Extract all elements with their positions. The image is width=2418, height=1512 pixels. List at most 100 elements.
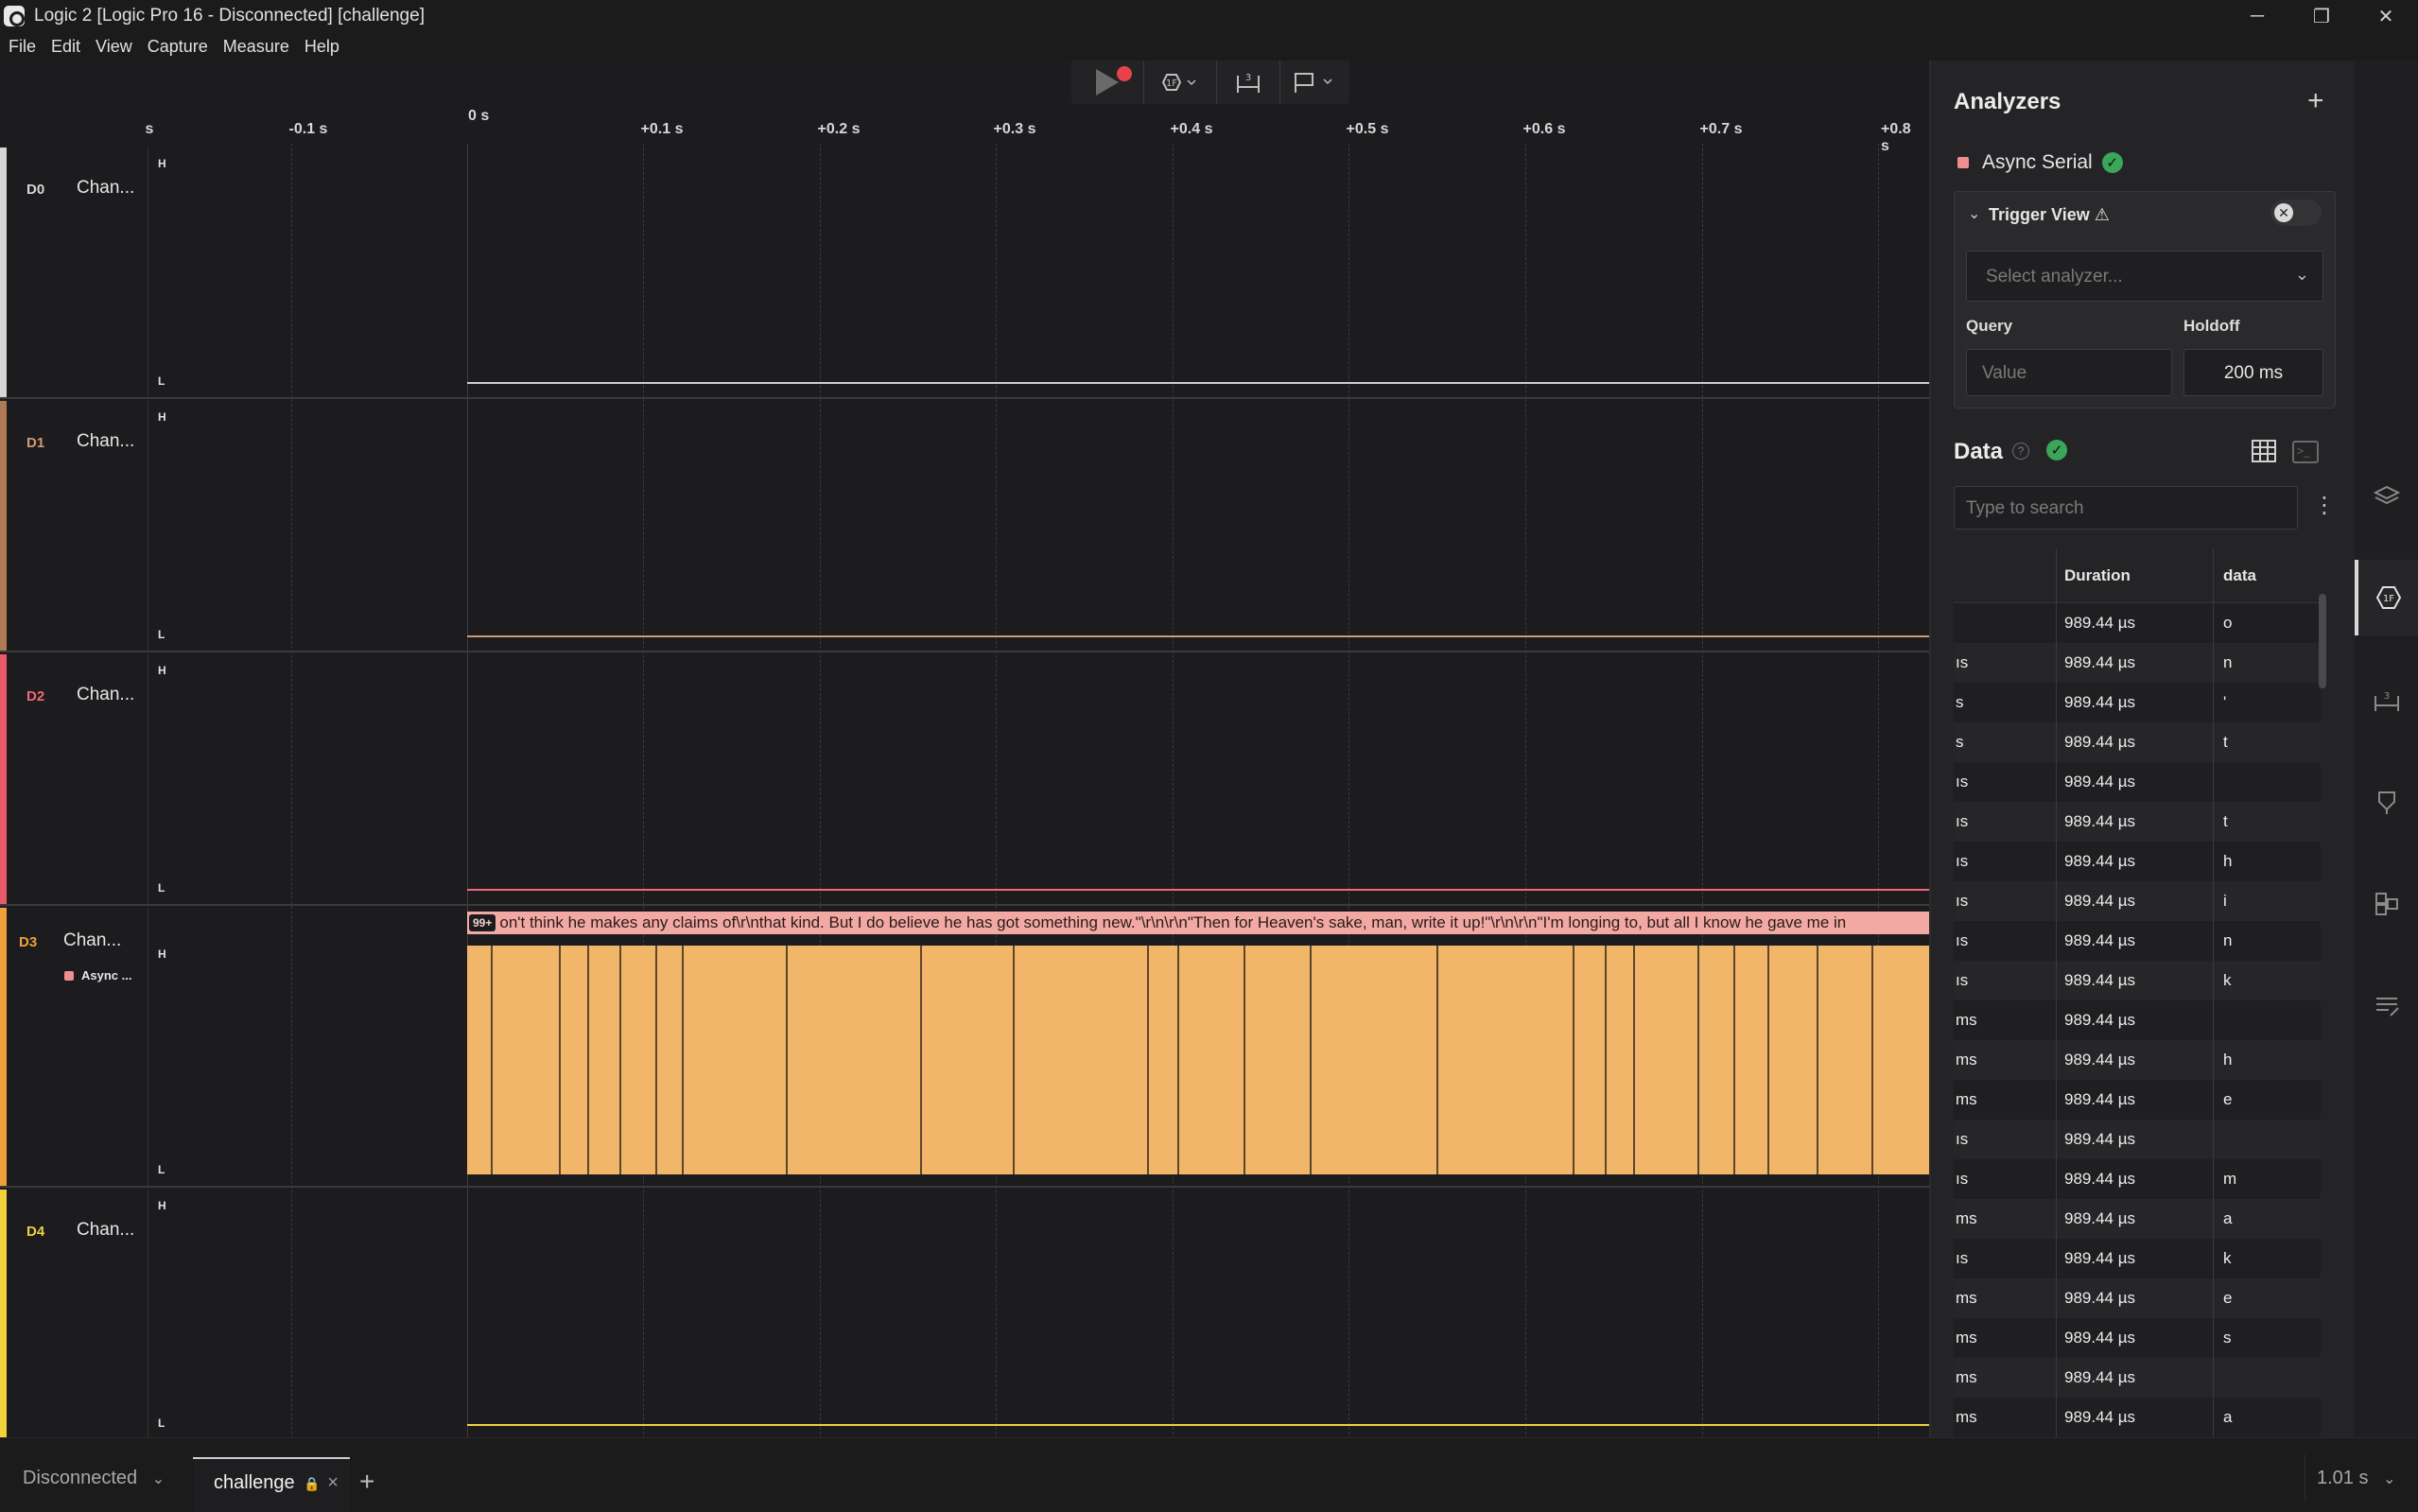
channel-row-d4[interactable]: D4 Chan... H L <box>0 1190 1929 1441</box>
table-row[interactable]: ms 989.44 µs e <box>1954 1278 2321 1318</box>
table-row[interactable]: ıs 989.44 µs m <box>1954 1159 2321 1199</box>
ruler-tick: -0.1 s <box>288 121 328 137</box>
capture-duration-dropdown[interactable]: 1.01 s ⌄ <box>2305 1454 2418 1502</box>
analyzer-select[interactable]: Select analyzer... ⌄ <box>1966 251 2323 302</box>
table-row[interactable]: s 989.44 µs ' <box>1954 683 2321 722</box>
menu-view[interactable]: View <box>96 37 132 57</box>
holdoff-input[interactable]: 200 ms <box>2183 349 2323 396</box>
table-view-icon[interactable] <box>2251 439 2277 463</box>
column-header-start[interactable] <box>1954 548 2056 602</box>
rail-layers-button[interactable] <box>2355 458 2418 533</box>
row-data-cell: ' <box>2213 683 2321 722</box>
table-row[interactable]: ms 989.44 µs a <box>1954 1398 2321 1437</box>
svg-text:1F: 1F <box>1166 78 1177 89</box>
query-input[interactable]: Value <box>1966 349 2172 396</box>
session-close-button[interactable]: × <box>327 1472 339 1493</box>
data-search-input[interactable]: Type to search <box>1954 486 2298 530</box>
device-status-dropdown[interactable]: Disconnected ⌄ <box>0 1454 189 1502</box>
logic-app-icon <box>4 6 25 26</box>
channel-name[interactable]: Chan... <box>77 1220 134 1241</box>
menu-help[interactable]: Help <box>304 37 339 57</box>
decoded-data-strip[interactable]: 99+ on't think he makes any claims of\r\n… <box>467 912 1929 934</box>
column-header-duration[interactable]: Duration <box>2056 548 2213 602</box>
time-ruler[interactable]: s -0.1 s +0.1 s +0.2 s +0.3 s +0.4 s +0.… <box>0 102 1929 154</box>
trigger-view-title[interactable]: Trigger View ⚠ <box>1989 205 2110 225</box>
row-start-cell: ıs <box>1956 892 1969 910</box>
analyzer-item-async-serial[interactable]: Async Serial ✓ <box>1957 151 2123 174</box>
rail-timing-button[interactable]: 3 <box>2355 662 2418 738</box>
menu-capture[interactable]: Capture <box>148 37 208 57</box>
measurement-icon: 3 <box>1237 73 1260 93</box>
waveform-area[interactable]: s -0.1 s +0.1 s +0.2 s +0.3 s +0.4 s +0.… <box>0 61 1929 1452</box>
rail-analyzers-button[interactable]: 1F <box>2355 560 2418 635</box>
start-capture-button[interactable] <box>1071 61 1143 104</box>
channel-row-d0[interactable]: D0 Chan... H L <box>0 148 1929 399</box>
close-button[interactable]: ✕ <box>2354 0 2418 32</box>
row-duration-cell: 989.44 µs <box>2056 762 2213 802</box>
table-row[interactable]: ıs 989.44 µs n <box>1954 643 2321 683</box>
table-row[interactable]: ıs 989.44 µs h <box>1954 842 2321 881</box>
maximize-button[interactable]: ❐ <box>2289 0 2354 32</box>
marker-button[interactable] <box>1280 61 1348 104</box>
table-row[interactable]: ıs 989.44 µs <box>1954 1120 2321 1159</box>
data-table-header: Duration data <box>1954 548 2321 603</box>
row-data-cell: h <box>2213 842 2321 881</box>
row-duration-cell: 989.44 µs <box>2056 1080 2213 1120</box>
trigger-view-toggle[interactable]: ✕ <box>2270 200 2322 226</box>
table-row[interactable]: ms 989.44 µs <box>1954 1358 2321 1398</box>
rail-notes-button[interactable] <box>2355 968 2418 1044</box>
add-analyzer-button[interactable]: + <box>2307 85 2324 117</box>
minimize-button[interactable]: ─ <box>2225 0 2289 32</box>
table-row[interactable]: s 989.44 µs t <box>1954 722 2321 762</box>
ruler-tick: +0.4 s <box>1170 121 1213 137</box>
terminal-view-icon[interactable]: >_ <box>2292 441 2319 463</box>
row-start-cell: ms <box>1956 1051 1977 1069</box>
ruler-tick: +0.6 s <box>1522 121 1566 137</box>
channel-name[interactable]: Chan... <box>63 930 121 951</box>
row-duration-cell: 989.44 µs <box>2056 1398 2213 1437</box>
channel-name[interactable]: Chan... <box>77 685 134 705</box>
measurement-button[interactable]: 3 <box>1217 61 1279 104</box>
channel-analyzer-tag[interactable]: Async ... <box>63 968 131 982</box>
table-row[interactable]: ıs 989.44 µs i <box>1954 881 2321 921</box>
column-header-data[interactable]: data <box>2213 548 2321 602</box>
rail-markers-button[interactable] <box>2355 764 2418 840</box>
table-row[interactable]: ms 989.44 µs e <box>1954 1080 2321 1120</box>
table-row[interactable]: ms 989.44 µs s <box>1954 1318 2321 1358</box>
table-row[interactable]: ıs 989.44 µs <box>1954 762 2321 802</box>
table-row[interactable]: ıs 989.44 µs t <box>1954 802 2321 842</box>
ruler-clipped-label: s <box>145 121 154 137</box>
row-data-cell <box>2213 762 2321 802</box>
table-vertical-scrollbar[interactable] <box>2319 594 2326 688</box>
analyzer-button[interactable]: 1F <box>1144 61 1216 104</box>
row-start-cell: ms <box>1956 1408 1977 1426</box>
rail-extensions-button[interactable] <box>2355 866 2418 942</box>
table-row[interactable]: ıs 989.44 µs k <box>1954 961 2321 1000</box>
holdoff-label: Holdoff <box>2183 317 2240 335</box>
channel-row-d3[interactable]: D3 Chan... Async ... H L 99+ on't think h… <box>0 908 1929 1188</box>
table-row[interactable]: ıs 989.44 µs k <box>1954 1239 2321 1278</box>
table-row[interactable]: ms 989.44 µs a <box>1954 1199 2321 1239</box>
row-duration-cell: 989.44 µs <box>2056 1318 2213 1358</box>
menu-edit[interactable]: Edit <box>51 37 80 57</box>
session-tab-challenge[interactable]: challenge 🔒 × <box>193 1457 350 1512</box>
menu-measure[interactable]: Measure <box>223 37 289 57</box>
svg-text:3: 3 <box>2383 691 2389 702</box>
help-icon[interactable]: ? <box>2012 443 2029 460</box>
row-data-cell: n <box>2213 921 2321 961</box>
table-row[interactable]: ıs 989.44 µs n <box>1954 921 2321 961</box>
channel-name[interactable]: Chan... <box>77 178 134 199</box>
table-row[interactable]: ms 989.44 µs h <box>1954 1040 2321 1080</box>
table-row[interactable]: 989.44 µs o <box>1954 603 2321 643</box>
record-dot-icon <box>1117 66 1132 81</box>
chevron-down-icon[interactable]: ⌄ <box>1968 204 1980 223</box>
channel-row-d2[interactable]: D2 Chan... H L <box>0 654 1929 906</box>
channel-name[interactable]: Chan... <box>77 431 134 452</box>
new-session-button[interactable]: + <box>359 1467 374 1497</box>
menu-file[interactable]: File <box>9 37 36 57</box>
more-options-icon[interactable]: ⋮ <box>2313 492 2336 519</box>
channel-row-d1[interactable]: D1 Chan... H L <box>0 401 1929 652</box>
table-row[interactable]: ms 989.44 µs <box>1954 1000 2321 1040</box>
row-start-cell: ms <box>1956 1368 1977 1386</box>
level-low-label: L <box>158 881 165 895</box>
